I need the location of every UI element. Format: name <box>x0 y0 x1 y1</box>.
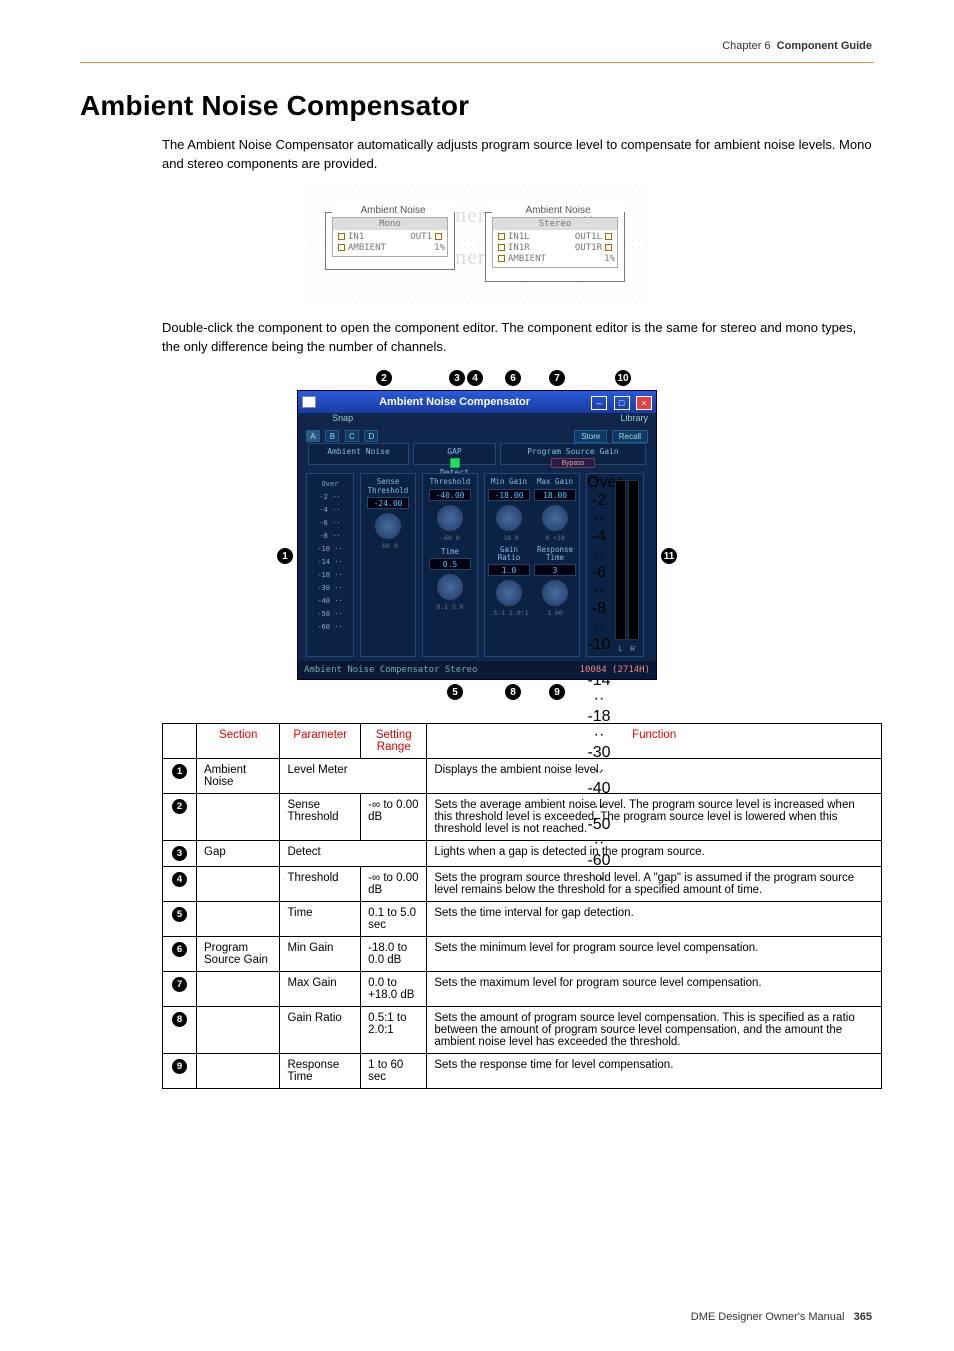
max-knob[interactable] <box>541 504 569 532</box>
store-button[interactable]: Store <box>574 430 607 443</box>
time-knob[interactable] <box>436 573 464 601</box>
sense-knob[interactable] <box>374 512 402 540</box>
table-row: 3GapDetectLights when a gap is detected … <box>163 841 882 867</box>
thresh-value[interactable]: -40.00 <box>429 489 471 501</box>
min-value[interactable]: -18.00 <box>488 489 530 501</box>
snap-b[interactable]: B <box>325 430 339 442</box>
col-section: Section <box>197 724 280 759</box>
block-stereo: Ambient Noise Compensator(2) Stereo IN1L… <box>485 212 625 282</box>
status-left: Ambient Noise Compensator Stereo <box>304 665 477 675</box>
sense-value[interactable]: -24.00 <box>367 497 409 509</box>
editor-window: Ambient Noise Compensator – □ × Snap A B… <box>297 390 657 680</box>
callout-11: 11 <box>661 548 677 564</box>
recall-button[interactable]: Recall <box>612 430 648 443</box>
col-num <box>163 724 197 759</box>
intro-paragraph-1: The Ambient Noise Compensator automatica… <box>162 136 874 174</box>
footer-book: DME Designer Owner's Manual <box>691 1311 845 1323</box>
callout-5: 5 <box>447 684 463 700</box>
status-right: 10084 (2714H) <box>580 665 650 675</box>
snap-a[interactable]: A <box>306 430 320 442</box>
col-parameter: Parameter <box>280 724 361 759</box>
chapter-title: Component Guide <box>777 40 872 52</box>
chapter-label: Chapter 6 <box>722 40 770 52</box>
time-value[interactable]: 0.5 <box>429 558 471 570</box>
max-value[interactable]: 18.00 <box>534 489 576 501</box>
table-row: 1Ambient NoiseLevel MeterDisplays the am… <box>163 759 882 794</box>
block-mono: Ambient Noise Compensator Mono IN1 OUT1 … <box>325 212 455 270</box>
figure-editor-window: 2 3 4 6 7 10 1 11 5 8 9 Ambient Noise Co… <box>80 370 874 705</box>
table-row: 9Response Time1 to 60 secSets the respon… <box>163 1054 882 1089</box>
snap-d[interactable]: D <box>364 430 378 442</box>
figure-component-blocks: E Designer M Desig E Designer M Desig Am… <box>80 188 874 305</box>
header-rule <box>80 62 874 63</box>
callout-10: 10 <box>615 370 631 386</box>
footer: DME Designer Owner's Manual 365 <box>691 1311 872 1323</box>
callout-3: 3 <box>449 370 465 386</box>
section-program: Program Source Gain <box>501 444 645 456</box>
intro-paragraph-2: Double-click the component to open the c… <box>162 319 874 357</box>
callout-2: 2 <box>376 370 392 386</box>
callout-4: 4 <box>467 370 483 386</box>
callout-9: 9 <box>549 684 565 700</box>
resp-value[interactable]: 3 <box>534 564 576 576</box>
window-icon <box>302 396 316 408</box>
col-function: Function <box>427 724 882 759</box>
snap-label: Snap <box>332 413 353 423</box>
table-row: 5Time0.1 to 5.0 secSets the time interva… <box>163 902 882 937</box>
window-title: Ambient Noise Compensator <box>316 396 589 408</box>
gap-group: Threshold -40.00 -60 0 Time 0.5 0.1 5.0 <box>422 473 478 657</box>
footer-page: 365 <box>854 1311 872 1323</box>
program-gain-group: Min Gain -18.00 -18 0 Max Gain 18.00 <box>484 473 580 657</box>
section-ambient: Ambient Noise <box>309 444 408 456</box>
callout-1: 1 <box>277 548 293 564</box>
callout-8: 8 <box>505 684 521 700</box>
parameter-table: Section Parameter Setting Range Function… <box>162 723 882 1089</box>
callout-6: 6 <box>505 370 521 386</box>
resp-knob[interactable] <box>541 579 569 607</box>
table-row: 7Max Gain0.0 to +18.0 dBSets the maximum… <box>163 972 882 1007</box>
table-row: 8Gain Ratio0.5:1 to 2.0:1Sets the amount… <box>163 1007 882 1054</box>
library-label: Library <box>620 413 648 423</box>
sense-threshold-group: Sense Threshold -24.00 -60 0 <box>360 473 416 657</box>
status-bar: Ambient Noise Compensator Stereo 10084 (… <box>298 661 656 679</box>
bypass-button[interactable]: Bypass <box>551 458 595 468</box>
table-row: 6Program Source GainMin Gain-18.0 to 0.0… <box>163 937 882 972</box>
running-header: Chapter 6 Component Guide <box>722 40 872 52</box>
callout-7: 7 <box>549 370 565 386</box>
min-knob[interactable] <box>495 504 523 532</box>
block-stereo-sub: Stereo <box>493 218 617 231</box>
ratio-value[interactable]: 1.0 <box>488 564 530 576</box>
ratio-knob[interactable] <box>495 579 523 607</box>
block-mono-sub: Mono <box>333 218 447 231</box>
col-range: Setting Range <box>361 724 427 759</box>
ambient-meter: Over-2 ··-4 ··-6 ··-8 ··-10 ··-14 ··-18 … <box>306 473 354 657</box>
table-row: 2Sense Threshold-∞ to 0.00 dBSets the av… <box>163 794 882 841</box>
snap-c[interactable]: C <box>345 430 359 442</box>
thresh-knob[interactable] <box>436 504 464 532</box>
table-row: 4Threshold-∞ to 0.00 dBSets the program … <box>163 867 882 902</box>
output-meter: Over-2 ··-4 ··-6 ··-8 ··-10 ··-14 ··-18 … <box>586 473 644 657</box>
page-title: Ambient Noise Compensator <box>80 90 874 122</box>
